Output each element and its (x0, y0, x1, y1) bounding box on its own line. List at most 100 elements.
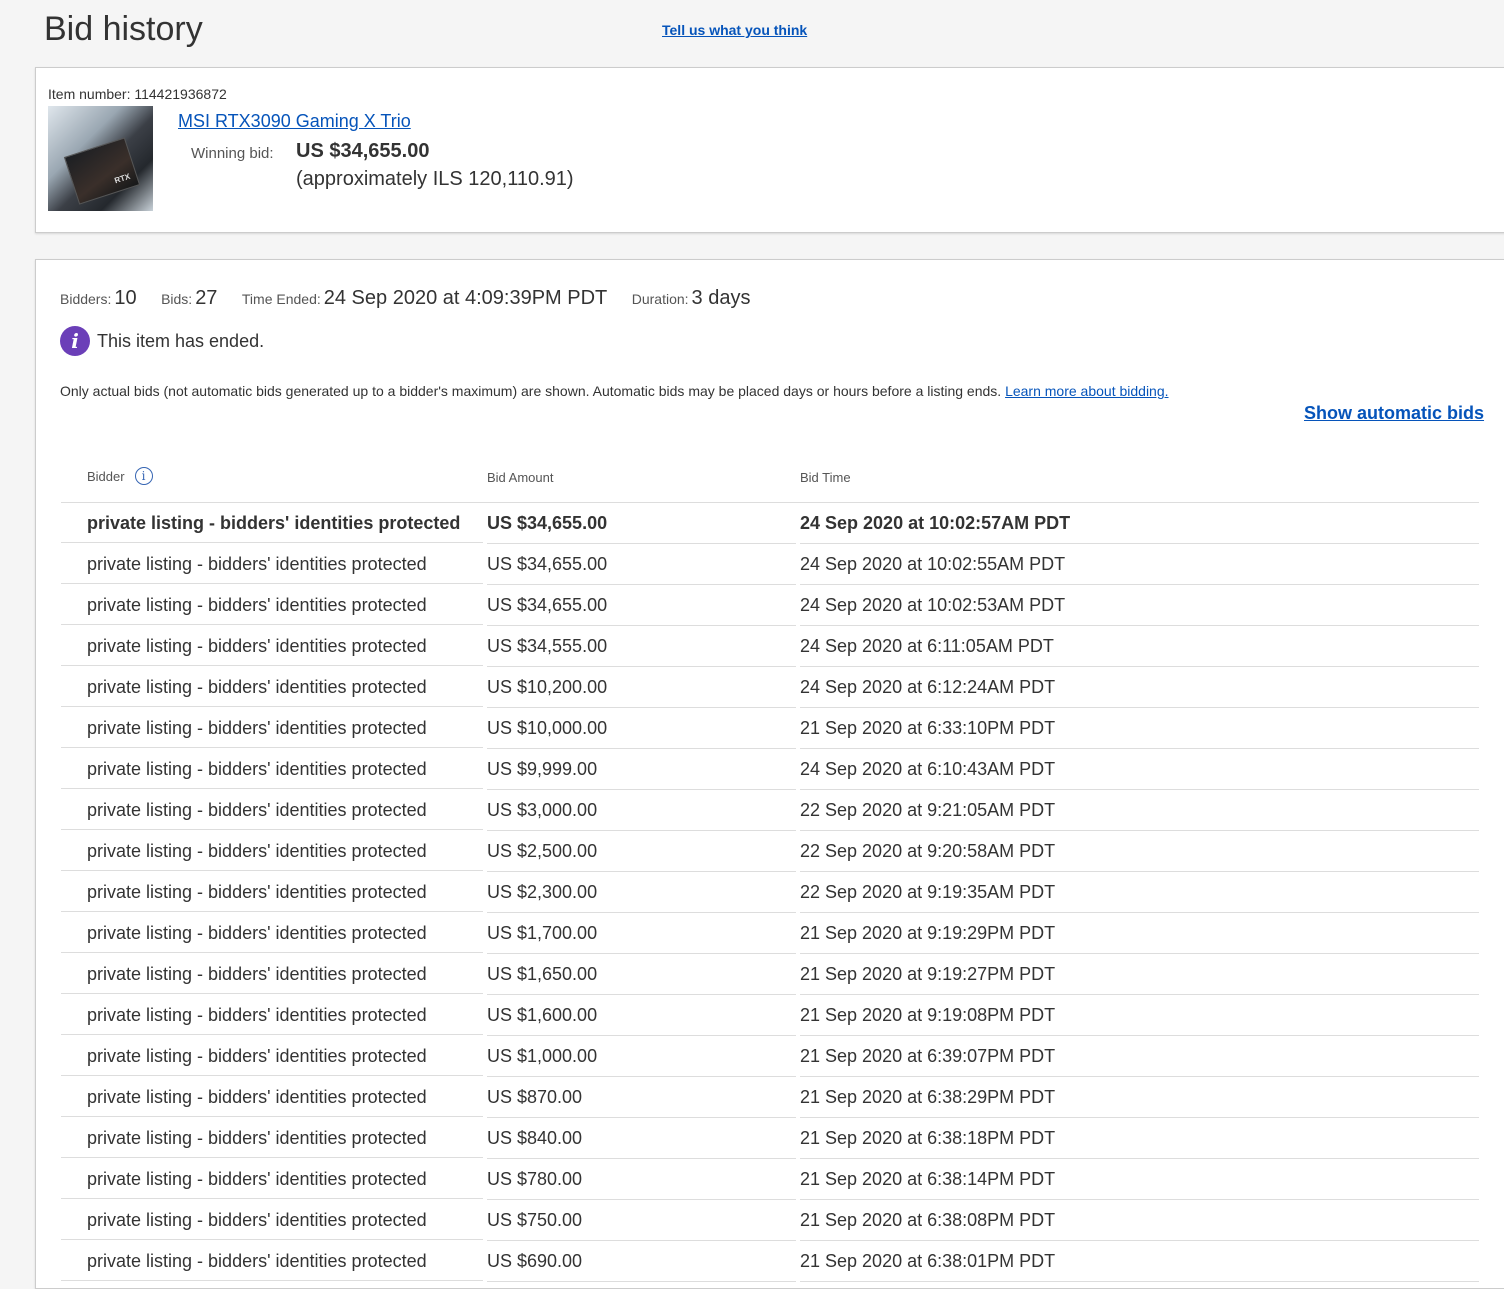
bidder-cell: private listing - bidders' identities pr… (61, 503, 483, 543)
bid-time-cell: 22 Sep 2020 at 9:21:05AM PDT (800, 790, 1479, 831)
thumbnail-text: RTX (113, 171, 132, 186)
column-header-bid-time: Bid Time (800, 470, 851, 485)
bidder-cell: private listing - bidders' identities pr… (61, 1036, 483, 1076)
bidder-cell: private listing - bidders' identities pr… (61, 585, 483, 625)
column-header-bidder: Bidder i (87, 467, 153, 485)
bid-time-cell: 24 Sep 2020 at 10:02:57AM PDT (800, 503, 1479, 544)
bidders-count: 10 (114, 287, 137, 309)
bid-amount-cell: US $1,650.00 (487, 954, 796, 995)
duration-label: Duration: (631, 291, 689, 307)
bidder-cell: private listing - bidders' identities pr… (61, 831, 483, 871)
table-row: private listing - bidders' identities pr… (61, 995, 1479, 1036)
bid-amount-cell: US $34,655.00 (487, 585, 796, 626)
item-number: Item number: 114421936872 (48, 86, 227, 102)
table-row: private listing - bidders' identities pr… (61, 708, 1479, 749)
table-row: private listing - bidders' identities pr… (61, 1200, 1479, 1241)
bid-time-cell: 21 Sep 2020 at 9:19:29PM PDT (800, 913, 1479, 954)
bidder-cell: private listing - bidders' identities pr… (61, 544, 483, 584)
time-ended-value: 24 Sep 2020 at 4:09:39PM PDT (323, 287, 608, 309)
bid-time-cell: 24 Sep 2020 at 10:02:55AM PDT (800, 544, 1479, 585)
item-title-link[interactable]: MSI RTX3090 Gaming X Trio (178, 111, 411, 132)
bid-time-cell: 21 Sep 2020 at 6:38:01PM PDT (800, 1241, 1479, 1282)
item-summary-card: Item number: 114421936872 RTX MSI RTX309… (35, 67, 1504, 233)
bid-amount-cell: US $870.00 (487, 1077, 796, 1118)
feedback-link[interactable]: Tell us what you think (662, 22, 807, 38)
bid-time-cell: 24 Sep 2020 at 10:02:53AM PDT (800, 585, 1479, 626)
bidder-cell: private listing - bidders' identities pr… (61, 626, 483, 666)
item-ended-text: This item has ended. (97, 330, 265, 351)
bid-amount-cell: US $840.00 (487, 1118, 796, 1159)
bid-time-cell: 21 Sep 2020 at 6:39:07PM PDT (800, 1036, 1479, 1077)
bid-amount-cell: US $690.00 (487, 1241, 796, 1282)
bids-notice-text: Only actual bids (not automatic bids gen… (60, 383, 1006, 399)
table-row: private listing - bidders' identities pr… (61, 1036, 1479, 1077)
bidder-cell: private listing - bidders' identities pr… (61, 954, 483, 994)
time-ended-label: Time Ended: (241, 291, 321, 307)
bid-amount-cell: US $1,700.00 (487, 913, 796, 954)
page-title: Bid history (44, 10, 203, 48)
bid-amount-cell: US $1,000.00 (487, 1036, 796, 1077)
table-row: private listing - bidders' identities pr… (61, 1159, 1479, 1200)
bidder-cell: private listing - bidders' identities pr… (61, 1241, 483, 1281)
bidder-cell: private listing - bidders' identities pr… (61, 790, 483, 830)
winning-bid-amount: US $34,655.00 (296, 140, 430, 162)
bidder-cell: private listing - bidders' identities pr… (61, 1118, 483, 1158)
table-row: private listing - bidders' identities pr… (61, 503, 1479, 544)
bid-time-cell: 21 Sep 2020 at 6:33:10PM PDT (800, 708, 1479, 749)
bid-time-cell: 21 Sep 2020 at 6:38:14PM PDT (800, 1159, 1479, 1200)
bid-amount-cell: US $34,655.00 (487, 503, 796, 544)
table-row: private listing - bidders' identities pr… (61, 1077, 1479, 1118)
column-header-bidder-label: Bidder (87, 468, 125, 484)
table-row: private listing - bidders' identities pr… (61, 913, 1479, 954)
bid-amount-cell: US $750.00 (487, 1200, 796, 1241)
bidder-cell: private listing - bidders' identities pr… (61, 708, 483, 748)
column-header-bid-amount: Bid Amount (487, 470, 554, 485)
table-header: Bidder i Bid Amount Bid Time (61, 450, 1479, 503)
bidder-cell: private listing - bidders' identities pr… (61, 667, 483, 707)
bid-amount-cell: US $10,000.00 (487, 708, 796, 749)
winning-bid-converted: (approximately ILS 120,110.91) (296, 168, 574, 190)
winning-bid-label: Winning bid: (191, 145, 274, 162)
bids-label: Bids: (161, 291, 193, 307)
bid-amount-cell: US $9,999.00 (487, 749, 796, 790)
bidder-cell: private listing - bidders' identities pr… (61, 1200, 483, 1240)
bid-history-table: Bidder i Bid Amount Bid Time private lis… (61, 450, 1479, 1282)
info-icon: i (60, 326, 90, 356)
bidder-cell: private listing - bidders' identities pr… (61, 1159, 483, 1199)
bid-time-cell: 21 Sep 2020 at 9:19:08PM PDT (800, 995, 1479, 1036)
table-row: private listing - bidders' identities pr… (61, 626, 1479, 667)
duration-value: 3 days (691, 287, 751, 309)
bid-amount-cell: US $10,200.00 (487, 667, 796, 708)
table-row: private listing - bidders' identities pr… (61, 872, 1479, 913)
table-body: private listing - bidders' identities pr… (61, 503, 1479, 1282)
bid-time-cell: 22 Sep 2020 at 9:19:35AM PDT (800, 872, 1479, 913)
bidder-cell: private listing - bidders' identities pr… (61, 1077, 483, 1117)
product-box-image: RTX (63, 137, 141, 205)
bid-time-cell: 24 Sep 2020 at 6:11:05AM PDT (800, 626, 1479, 667)
bid-history-card: Bidders: 10 Bids: 27 Time Ended: 24 Sep 202… (35, 259, 1504, 1289)
bid-time-cell: 21 Sep 2020 at 9:19:27PM PDT (800, 954, 1479, 995)
item-ended-notice: i This item has ended. (60, 326, 264, 356)
bidder-info-icon[interactable]: i (134, 467, 153, 485)
table-row: private listing - bidders' identities pr… (61, 831, 1479, 872)
bid-time-cell: 24 Sep 2020 at 6:10:43AM PDT (800, 749, 1479, 790)
bid-amount-cell: US $2,500.00 (487, 831, 796, 872)
bidder-cell: private listing - bidders' identities pr… (61, 872, 483, 912)
item-thumbnail[interactable]: RTX (48, 106, 153, 211)
bid-amount-cell: US $3,000.00 (487, 790, 796, 831)
auction-summary: Bidders: 10 Bids: 27 Time Ended: 24 Sep 202… (60, 287, 770, 310)
bid-time-cell: 21 Sep 2020 at 6:38:08PM PDT (800, 1200, 1479, 1241)
table-row: private listing - bidders' identities pr… (61, 585, 1479, 626)
bid-amount-cell: US $34,555.00 (487, 626, 796, 667)
bid-time-cell: 24 Sep 2020 at 6:12:24AM PDT (800, 667, 1479, 708)
bid-amount-cell: US $780.00 (487, 1159, 796, 1200)
bid-time-cell: 22 Sep 2020 at 9:20:58AM PDT (800, 831, 1479, 872)
table-row: private listing - bidders' identities pr… (61, 790, 1479, 831)
table-row: private listing - bidders' identities pr… (61, 544, 1479, 585)
bidder-cell: private listing - bidders' identities pr… (61, 995, 483, 1035)
table-row: private listing - bidders' identities pr… (61, 667, 1479, 708)
learn-more-bidding-link[interactable]: Learn more about bidding. (1005, 383, 1168, 399)
show-automatic-bids-link[interactable]: Show automatic bids (1304, 403, 1484, 424)
bidder-cell: private listing - bidders' identities pr… (61, 913, 483, 953)
bidder-cell: private listing - bidders' identities pr… (61, 749, 483, 789)
